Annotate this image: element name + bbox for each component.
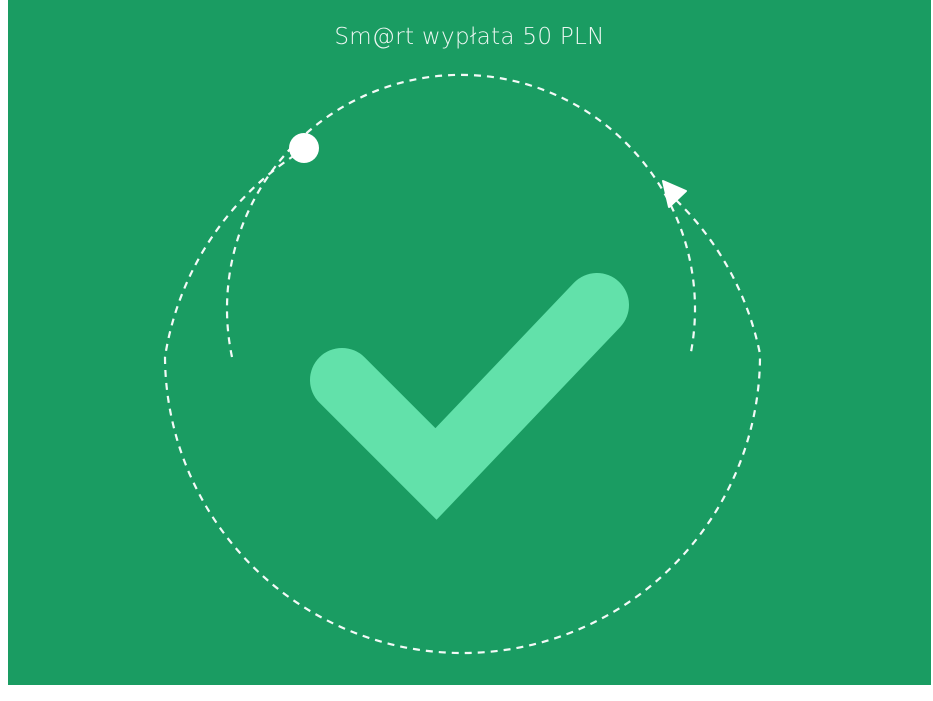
arrowhead-icon [662,180,687,208]
success-illustration [163,73,762,655]
outer-dashed-arc-bottom [163,353,762,655]
success-screen: Sm@rt wypłata 50 PLN [8,0,931,685]
checkmark-icon [310,273,629,520]
outer-dashed-arc-left [163,154,296,358]
circle-dot-icon [289,133,319,163]
outer-dashed-arc-right [675,199,762,355]
